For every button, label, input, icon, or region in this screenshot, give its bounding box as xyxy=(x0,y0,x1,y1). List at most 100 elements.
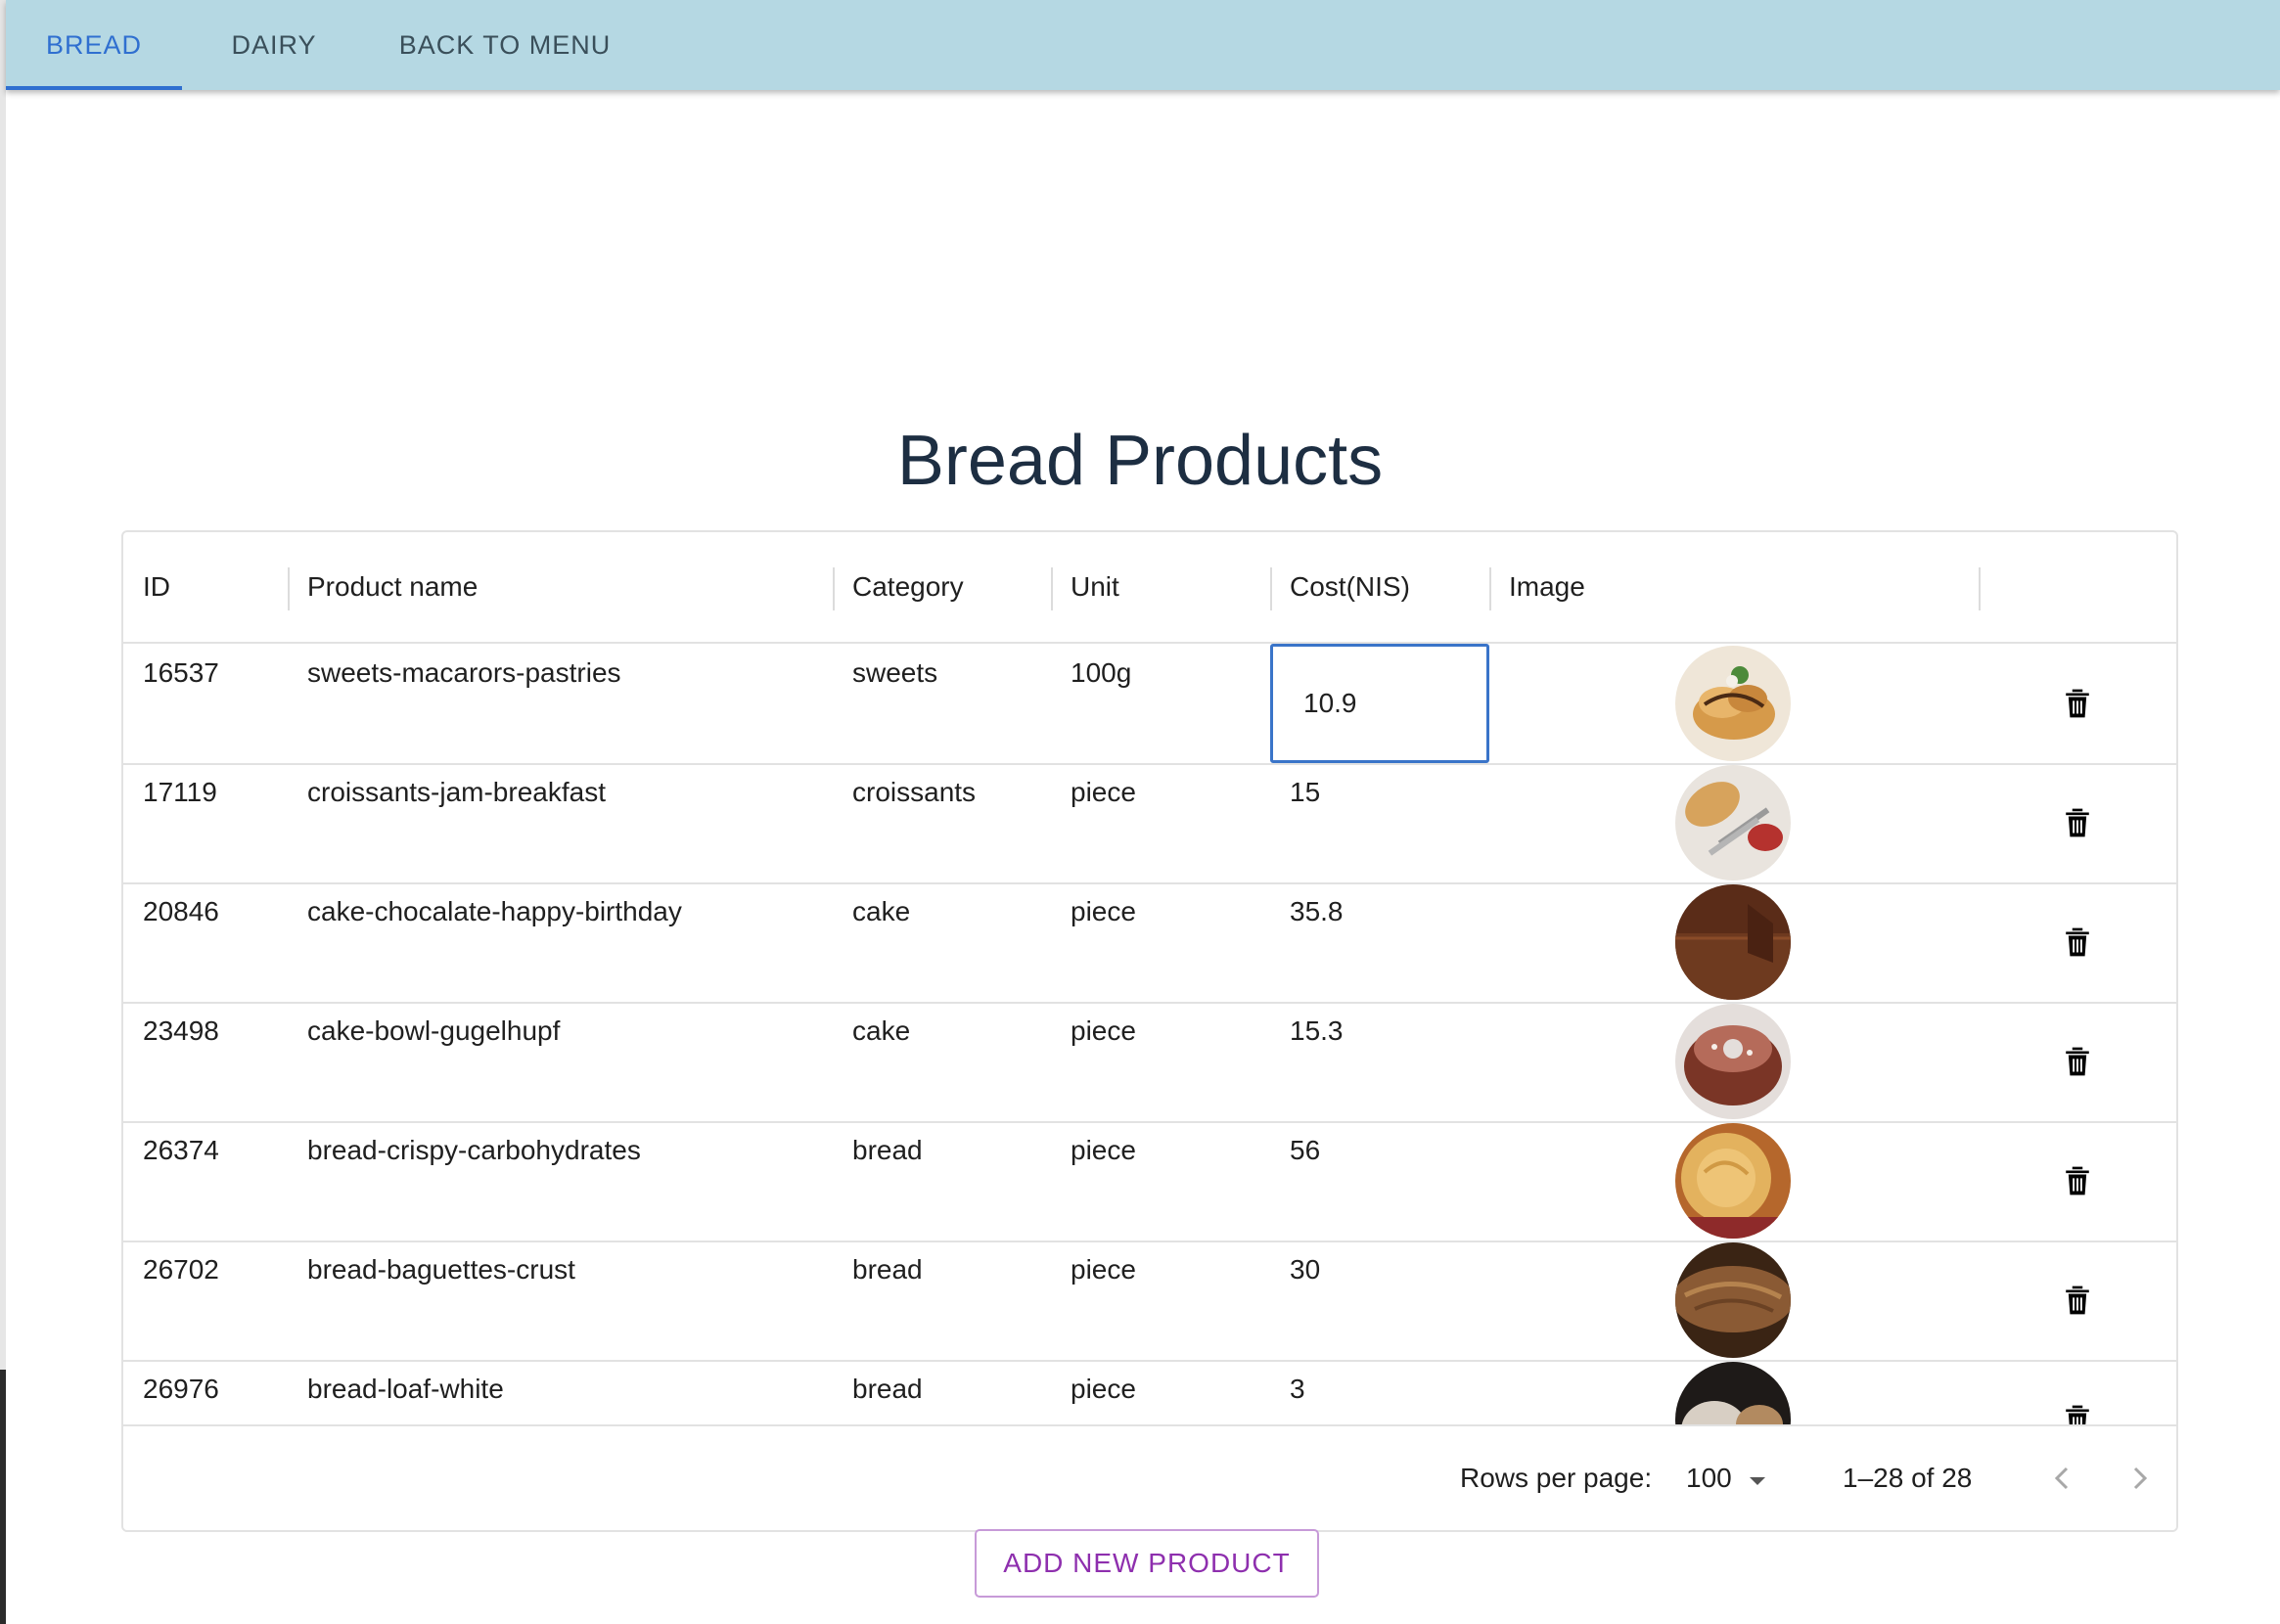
cell-cost[interactable]: 15 xyxy=(1290,763,1320,882)
cell-cost[interactable]: 56 xyxy=(1290,1121,1320,1241)
chevron-right-icon xyxy=(2133,1466,2148,1490)
app-bar: BREAD DAIRY BACK TO MENU xyxy=(6,0,2280,90)
next-page-button[interactable] xyxy=(2120,1459,2159,1498)
column-separator[interactable] xyxy=(1270,567,1272,610)
cell-cost[interactable]: 15.3 xyxy=(1290,1002,1344,1121)
cell-text: cake xyxy=(852,896,911,926)
cell-product-name[interactable]: croissants-jam-breakfast xyxy=(307,763,606,882)
cell-text: bread xyxy=(852,1254,923,1285)
cell-id[interactable]: 26374 xyxy=(143,1121,219,1241)
column-header-cost[interactable]: Cost(NIS) xyxy=(1290,532,1410,642)
cell-unit[interactable]: piece xyxy=(1071,1121,1136,1241)
column-header-id[interactable]: ID xyxy=(143,532,170,642)
cell-product-name[interactable]: bread-crispy-carbohydrates xyxy=(307,1121,641,1241)
cell-text: piece xyxy=(1071,1254,1136,1285)
cell-id[interactable]: 16537 xyxy=(143,644,219,763)
cell-text: 17119 xyxy=(143,777,217,807)
cell-id[interactable]: 20846 xyxy=(143,882,219,1002)
cell-text: piece xyxy=(1071,777,1136,807)
tab-dairy[interactable]: DAIRY xyxy=(202,0,346,90)
cell-id[interactable]: 23498 xyxy=(143,1002,219,1121)
delete-icon[interactable] xyxy=(2062,687,2093,720)
table-row[interactable]: 26976 bread-loaf-white bread piece 3 xyxy=(123,1360,2176,1424)
products-table: ID Product name Category Unit Cost(NIS) … xyxy=(121,530,2178,1532)
delete-icon[interactable] xyxy=(2062,806,2093,839)
cell-category[interactable]: sweets xyxy=(852,644,937,763)
tab-back-to-menu[interactable]: BACK TO MENU xyxy=(368,0,642,90)
cell-text: cake-chocalate-happy-birthday xyxy=(307,896,682,926)
cell-cost[interactable]: 35.8 xyxy=(1290,882,1344,1002)
tab-bread[interactable]: BREAD xyxy=(6,0,182,90)
column-header-category[interactable]: Category xyxy=(852,532,964,642)
cost-edit-input[interactable]: 10.9 xyxy=(1270,644,1489,763)
column-separator[interactable] xyxy=(1051,567,1053,610)
delete-icon[interactable] xyxy=(2062,1403,2093,1424)
cell-text: 30 xyxy=(1290,1254,1321,1285)
delete-icon[interactable] xyxy=(2062,1164,2093,1197)
cell-unit[interactable]: piece xyxy=(1071,882,1136,1002)
cell-unit[interactable]: piece xyxy=(1071,1360,1136,1424)
cell-text: 100g xyxy=(1071,657,1132,688)
cell-text: 26702 xyxy=(143,1254,219,1285)
cell-text: 3 xyxy=(1290,1374,1305,1404)
cell-category[interactable]: cake xyxy=(852,1002,910,1121)
table-header: ID Product name Category Unit Cost(NIS) … xyxy=(123,532,2176,644)
add-new-product-button[interactable]: ADD NEW PRODUCT xyxy=(975,1529,1319,1598)
cell-product-name[interactable]: sweets-macarors-pastries xyxy=(307,644,621,763)
cell-text: cake xyxy=(852,1015,911,1046)
cell-category[interactable]: croissants xyxy=(852,763,976,882)
cell-text: croissants xyxy=(852,777,977,807)
cell-category[interactable]: cake xyxy=(852,882,910,1002)
product-image xyxy=(1675,765,1791,880)
cell-category[interactable]: bread xyxy=(852,1241,923,1360)
cell-text: 15.3 xyxy=(1290,1015,1344,1046)
column-header-product-name[interactable]: Product name xyxy=(307,532,478,642)
table-row[interactable]: 17119 croissants-jam-breakfast croissant… xyxy=(123,763,2176,884)
tab-label: DAIRY xyxy=(231,29,317,60)
pagination-footer: Rows per page: 100 1–28 of 28 xyxy=(123,1424,2176,1530)
product-image xyxy=(1675,1242,1791,1358)
cell-cost[interactable]: 30 xyxy=(1290,1241,1320,1360)
product-image xyxy=(1675,884,1791,1000)
delete-icon[interactable] xyxy=(2062,1284,2093,1317)
product-image xyxy=(1675,1004,1791,1119)
rows-per-page-select[interactable]: 100 xyxy=(1686,1426,1767,1530)
cell-id[interactable]: 17119 xyxy=(143,763,217,882)
delete-icon[interactable] xyxy=(2062,1045,2093,1078)
cell-product-name[interactable]: bread-baguettes-crust xyxy=(307,1241,575,1360)
cell-text: bread-crispy-carbohydrates xyxy=(307,1135,641,1165)
table-row[interactable]: 23498 cake-bowl-gugelhupf cake piece 15.… xyxy=(123,1002,2176,1123)
cell-id[interactable]: 26702 xyxy=(143,1241,219,1360)
cell-unit[interactable]: piece xyxy=(1071,763,1136,882)
window-edge-light xyxy=(0,0,6,1370)
cell-unit[interactable]: 100g xyxy=(1071,644,1131,763)
product-image xyxy=(1675,1362,1791,1424)
column-separator[interactable] xyxy=(1489,567,1491,610)
cell-product-name[interactable]: cake-chocalate-happy-birthday xyxy=(307,882,682,1002)
page-title: Bread Products xyxy=(896,422,1384,500)
cell-text: 26374 xyxy=(143,1135,219,1165)
column-separator[interactable] xyxy=(1979,567,1981,610)
column-header-image[interactable]: Image xyxy=(1509,532,1585,642)
cell-text: 26976 xyxy=(143,1374,219,1404)
cell-text: bread xyxy=(852,1135,923,1165)
column-header-unit[interactable]: Unit xyxy=(1071,532,1119,642)
cell-text: 20846 xyxy=(143,896,219,926)
cell-product-name[interactable]: bread-loaf-white xyxy=(307,1360,504,1424)
cell-product-name[interactable]: cake-bowl-gugelhupf xyxy=(307,1002,560,1121)
cell-category[interactable]: bread xyxy=(852,1360,923,1424)
cell-unit[interactable]: piece xyxy=(1071,1002,1136,1121)
table-row[interactable]: 26374 bread-crispy-carbohydrates bread p… xyxy=(123,1121,2176,1242)
cell-cost[interactable]: 3 xyxy=(1290,1360,1305,1424)
delete-icon[interactable] xyxy=(2062,925,2093,959)
cell-unit[interactable]: piece xyxy=(1071,1241,1136,1360)
column-separator[interactable] xyxy=(288,567,290,610)
table-rows: 16537 sweets-macarors-pastries sweets 10… xyxy=(123,644,2176,1424)
table-row[interactable]: 20846 cake-chocalate-happy-birthday cake… xyxy=(123,882,2176,1004)
cell-id[interactable]: 26976 xyxy=(143,1360,219,1424)
cell-category[interactable]: bread xyxy=(852,1121,923,1241)
column-separator[interactable] xyxy=(833,567,835,610)
previous-page-button[interactable] xyxy=(2043,1459,2082,1498)
table-row[interactable]: 16537 sweets-macarors-pastries sweets 10… xyxy=(123,644,2176,765)
table-row[interactable]: 26702 bread-baguettes-crust bread piece … xyxy=(123,1241,2176,1362)
